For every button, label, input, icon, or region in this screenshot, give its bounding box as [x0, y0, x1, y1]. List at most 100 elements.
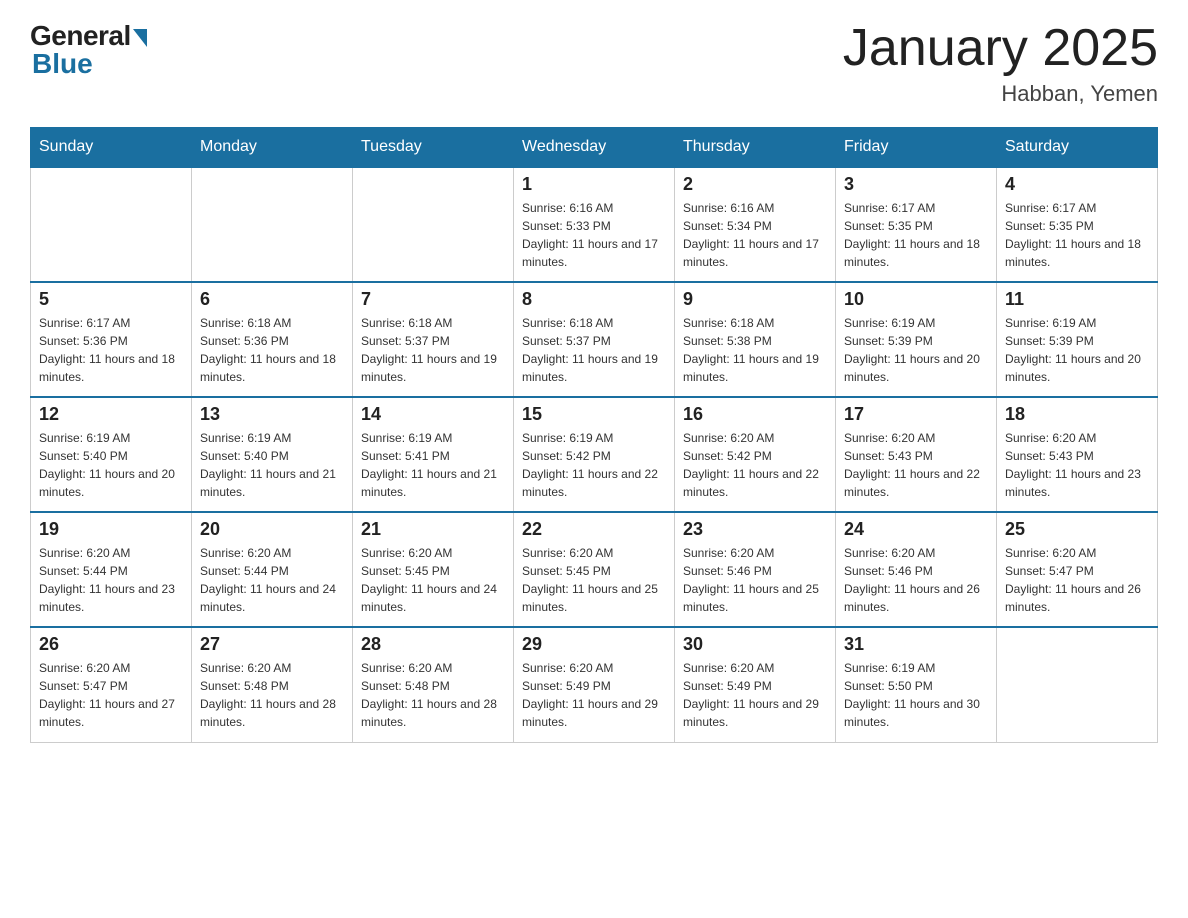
cell-day-number: 27 — [200, 634, 344, 655]
calendar-cell: 17 Sunrise: 6:20 AMSunset: 5:43 PMDayligh… — [836, 397, 997, 512]
cell-day-number: 15 — [522, 404, 666, 425]
location-title: Habban, Yemen — [843, 81, 1158, 107]
page-header: General Blue January 2025 Habban, Yemen — [30, 20, 1158, 107]
cell-info: Sunrise: 6:19 AMSunset: 5:39 PMDaylight:… — [1005, 314, 1149, 386]
cell-info: Sunrise: 6:20 AMSunset: 5:48 PMDaylight:… — [361, 659, 505, 731]
calendar-cell: 18 Sunrise: 6:20 AMSunset: 5:43 PMDayligh… — [997, 397, 1158, 512]
cell-info: Sunrise: 6:19 AMSunset: 5:50 PMDaylight:… — [844, 659, 988, 731]
calendar-cell: 20Sunrise: 6:20 AMSunset: 5:44 PMDayligh… — [192, 512, 353, 627]
cell-info: Sunrise: 6:16 AMSunset: 5:34 PMDaylight:… — [683, 199, 827, 271]
cell-day-number: 28 — [361, 634, 505, 655]
logo-arrow-icon — [133, 29, 147, 47]
calendar-cell: 31 Sunrise: 6:19 AMSunset: 5:50 PMDayligh… — [836, 627, 997, 742]
cell-info: Sunrise: 6:20 AMSunset: 5:46 PMDaylight:… — [844, 544, 988, 616]
calendar-header-row: SundayMondayTuesdayWednesdayThursdayFrid… — [31, 128, 1158, 168]
cell-day-number: 4 — [1005, 174, 1149, 195]
calendar-cell: 23Sunrise: 6:20 AMSunset: 5:46 PMDayligh… — [675, 512, 836, 627]
calendar-cell: 8 Sunrise: 6:18 AMSunset: 5:37 PMDaylight… — [514, 282, 675, 397]
calendar-cell: 19Sunrise: 6:20 AMSunset: 5:44 PMDayligh… — [31, 512, 192, 627]
cell-info: Sunrise: 6:20 AMSunset: 5:47 PMDaylight:… — [1005, 544, 1149, 616]
weekday-header-monday: Monday — [192, 128, 353, 168]
logo: General Blue — [30, 20, 147, 80]
month-title: January 2025 — [843, 20, 1158, 77]
calendar-cell: 1 Sunrise: 6:16 AMSunset: 5:33 PMDaylight… — [514, 167, 675, 282]
calendar-cell: 30 Sunrise: 6:20 AMSunset: 5:49 PMDayligh… — [675, 627, 836, 742]
weekday-header-saturday: Saturday — [997, 128, 1158, 168]
cell-info: Sunrise: 6:19 AMSunset: 5:42 PMDaylight:… — [522, 429, 666, 501]
cell-day-number: 20 — [200, 519, 344, 540]
cell-info: Sunrise: 6:18 AMSunset: 5:37 PMDaylight:… — [522, 314, 666, 386]
calendar-cell: 10 Sunrise: 6:19 AMSunset: 5:39 PMDayligh… — [836, 282, 997, 397]
calendar-cell: 21 Sunrise: 6:20 AMSunset: 5:45 PMDayligh… — [353, 512, 514, 627]
title-block: January 2025 Habban, Yemen — [843, 20, 1158, 107]
calendar-cell — [31, 167, 192, 282]
calendar-cell — [192, 167, 353, 282]
cell-info: Sunrise: 6:18 AMSunset: 5:36 PMDaylight:… — [200, 314, 344, 386]
cell-day-number: 11 — [1005, 289, 1149, 310]
cell-day-number: 13 — [200, 404, 344, 425]
cell-day-number: 18 — [1005, 404, 1149, 425]
calendar-cell: 26Sunrise: 6:20 AMSunset: 5:47 PMDayligh… — [31, 627, 192, 742]
calendar-cell: 29Sunrise: 6:20 AMSunset: 5:49 PMDayligh… — [514, 627, 675, 742]
cell-info: Sunrise: 6:20 AMSunset: 5:43 PMDaylight:… — [844, 429, 988, 501]
calendar-cell: 2 Sunrise: 6:16 AMSunset: 5:34 PMDaylight… — [675, 167, 836, 282]
calendar-cell: 13Sunrise: 6:19 AMSunset: 5:40 PMDayligh… — [192, 397, 353, 512]
cell-info: Sunrise: 6:18 AMSunset: 5:37 PMDaylight:… — [361, 314, 505, 386]
weekday-header-tuesday: Tuesday — [353, 128, 514, 168]
cell-day-number: 17 — [844, 404, 988, 425]
cell-day-number: 9 — [683, 289, 827, 310]
calendar-cell — [353, 167, 514, 282]
calendar-cell: 24 Sunrise: 6:20 AMSunset: 5:46 PMDayligh… — [836, 512, 997, 627]
cell-day-number: 16 — [683, 404, 827, 425]
weekday-header-friday: Friday — [836, 128, 997, 168]
calendar-cell: 6 Sunrise: 6:18 AMSunset: 5:36 PMDaylight… — [192, 282, 353, 397]
cell-info: Sunrise: 6:16 AMSunset: 5:33 PMDaylight:… — [522, 199, 666, 271]
calendar-cell: 22Sunrise: 6:20 AMSunset: 5:45 PMDayligh… — [514, 512, 675, 627]
cell-info: Sunrise: 6:19 AMSunset: 5:41 PMDaylight:… — [361, 429, 505, 501]
cell-day-number: 7 — [361, 289, 505, 310]
weekday-header-thursday: Thursday — [675, 128, 836, 168]
weekday-header-wednesday: Wednesday — [514, 128, 675, 168]
cell-day-number: 2 — [683, 174, 827, 195]
cell-day-number: 1 — [522, 174, 666, 195]
calendar-cell: 3Sunrise: 6:17 AMSunset: 5:35 PMDaylight… — [836, 167, 997, 282]
cell-day-number: 5 — [39, 289, 183, 310]
cell-day-number: 14 — [361, 404, 505, 425]
cell-info: Sunrise: 6:19 AMSunset: 5:39 PMDaylight:… — [844, 314, 988, 386]
calendar-cell: 7 Sunrise: 6:18 AMSunset: 5:37 PMDaylight… — [353, 282, 514, 397]
calendar-cell: 15 Sunrise: 6:19 AMSunset: 5:42 PMDayligh… — [514, 397, 675, 512]
cell-day-number: 30 — [683, 634, 827, 655]
cell-day-number: 21 — [361, 519, 505, 540]
cell-day-number: 3 — [844, 174, 988, 195]
cell-info: Sunrise: 6:20 AMSunset: 5:46 PMDaylight:… — [683, 544, 827, 616]
cell-day-number: 24 — [844, 519, 988, 540]
cell-day-number: 10 — [844, 289, 988, 310]
cell-day-number: 31 — [844, 634, 988, 655]
cell-info: Sunrise: 6:17 AMSunset: 5:36 PMDaylight:… — [39, 314, 183, 386]
cell-info: Sunrise: 6:18 AMSunset: 5:38 PMDaylight:… — [683, 314, 827, 386]
calendar-cell — [997, 627, 1158, 742]
week-row-4: 19Sunrise: 6:20 AMSunset: 5:44 PMDayligh… — [31, 512, 1158, 627]
cell-info: Sunrise: 6:19 AMSunset: 5:40 PMDaylight:… — [39, 429, 183, 501]
week-row-5: 26Sunrise: 6:20 AMSunset: 5:47 PMDayligh… — [31, 627, 1158, 742]
calendar-cell: 12 Sunrise: 6:19 AMSunset: 5:40 PMDayligh… — [31, 397, 192, 512]
calendar-table: SundayMondayTuesdayWednesdayThursdayFrid… — [30, 127, 1158, 743]
cell-info: Sunrise: 6:20 AMSunset: 5:49 PMDaylight:… — [683, 659, 827, 731]
calendar-cell: 11 Sunrise: 6:19 AMSunset: 5:39 PMDayligh… — [997, 282, 1158, 397]
calendar-cell: 14 Sunrise: 6:19 AMSunset: 5:41 PMDayligh… — [353, 397, 514, 512]
cell-day-number: 26 — [39, 634, 183, 655]
calendar-cell: 4 Sunrise: 6:17 AMSunset: 5:35 PMDaylight… — [997, 167, 1158, 282]
cell-day-number: 6 — [200, 289, 344, 310]
cell-day-number: 12 — [39, 404, 183, 425]
cell-info: Sunrise: 6:20 AMSunset: 5:49 PMDaylight:… — [522, 659, 666, 731]
cell-info: Sunrise: 6:20 AMSunset: 5:44 PMDaylight:… — [39, 544, 183, 616]
cell-info: Sunrise: 6:20 AMSunset: 5:45 PMDaylight:… — [361, 544, 505, 616]
cell-info: Sunrise: 6:20 AMSunset: 5:48 PMDaylight:… — [200, 659, 344, 731]
week-row-3: 12 Sunrise: 6:19 AMSunset: 5:40 PMDayligh… — [31, 397, 1158, 512]
cell-info: Sunrise: 6:20 AMSunset: 5:43 PMDaylight:… — [1005, 429, 1149, 501]
cell-day-number: 22 — [522, 519, 666, 540]
cell-day-number: 8 — [522, 289, 666, 310]
calendar-cell: 27 Sunrise: 6:20 AMSunset: 5:48 PMDayligh… — [192, 627, 353, 742]
calendar-cell: 28 Sunrise: 6:20 AMSunset: 5:48 PMDayligh… — [353, 627, 514, 742]
cell-info: Sunrise: 6:17 AMSunset: 5:35 PMDaylight:… — [1005, 199, 1149, 271]
